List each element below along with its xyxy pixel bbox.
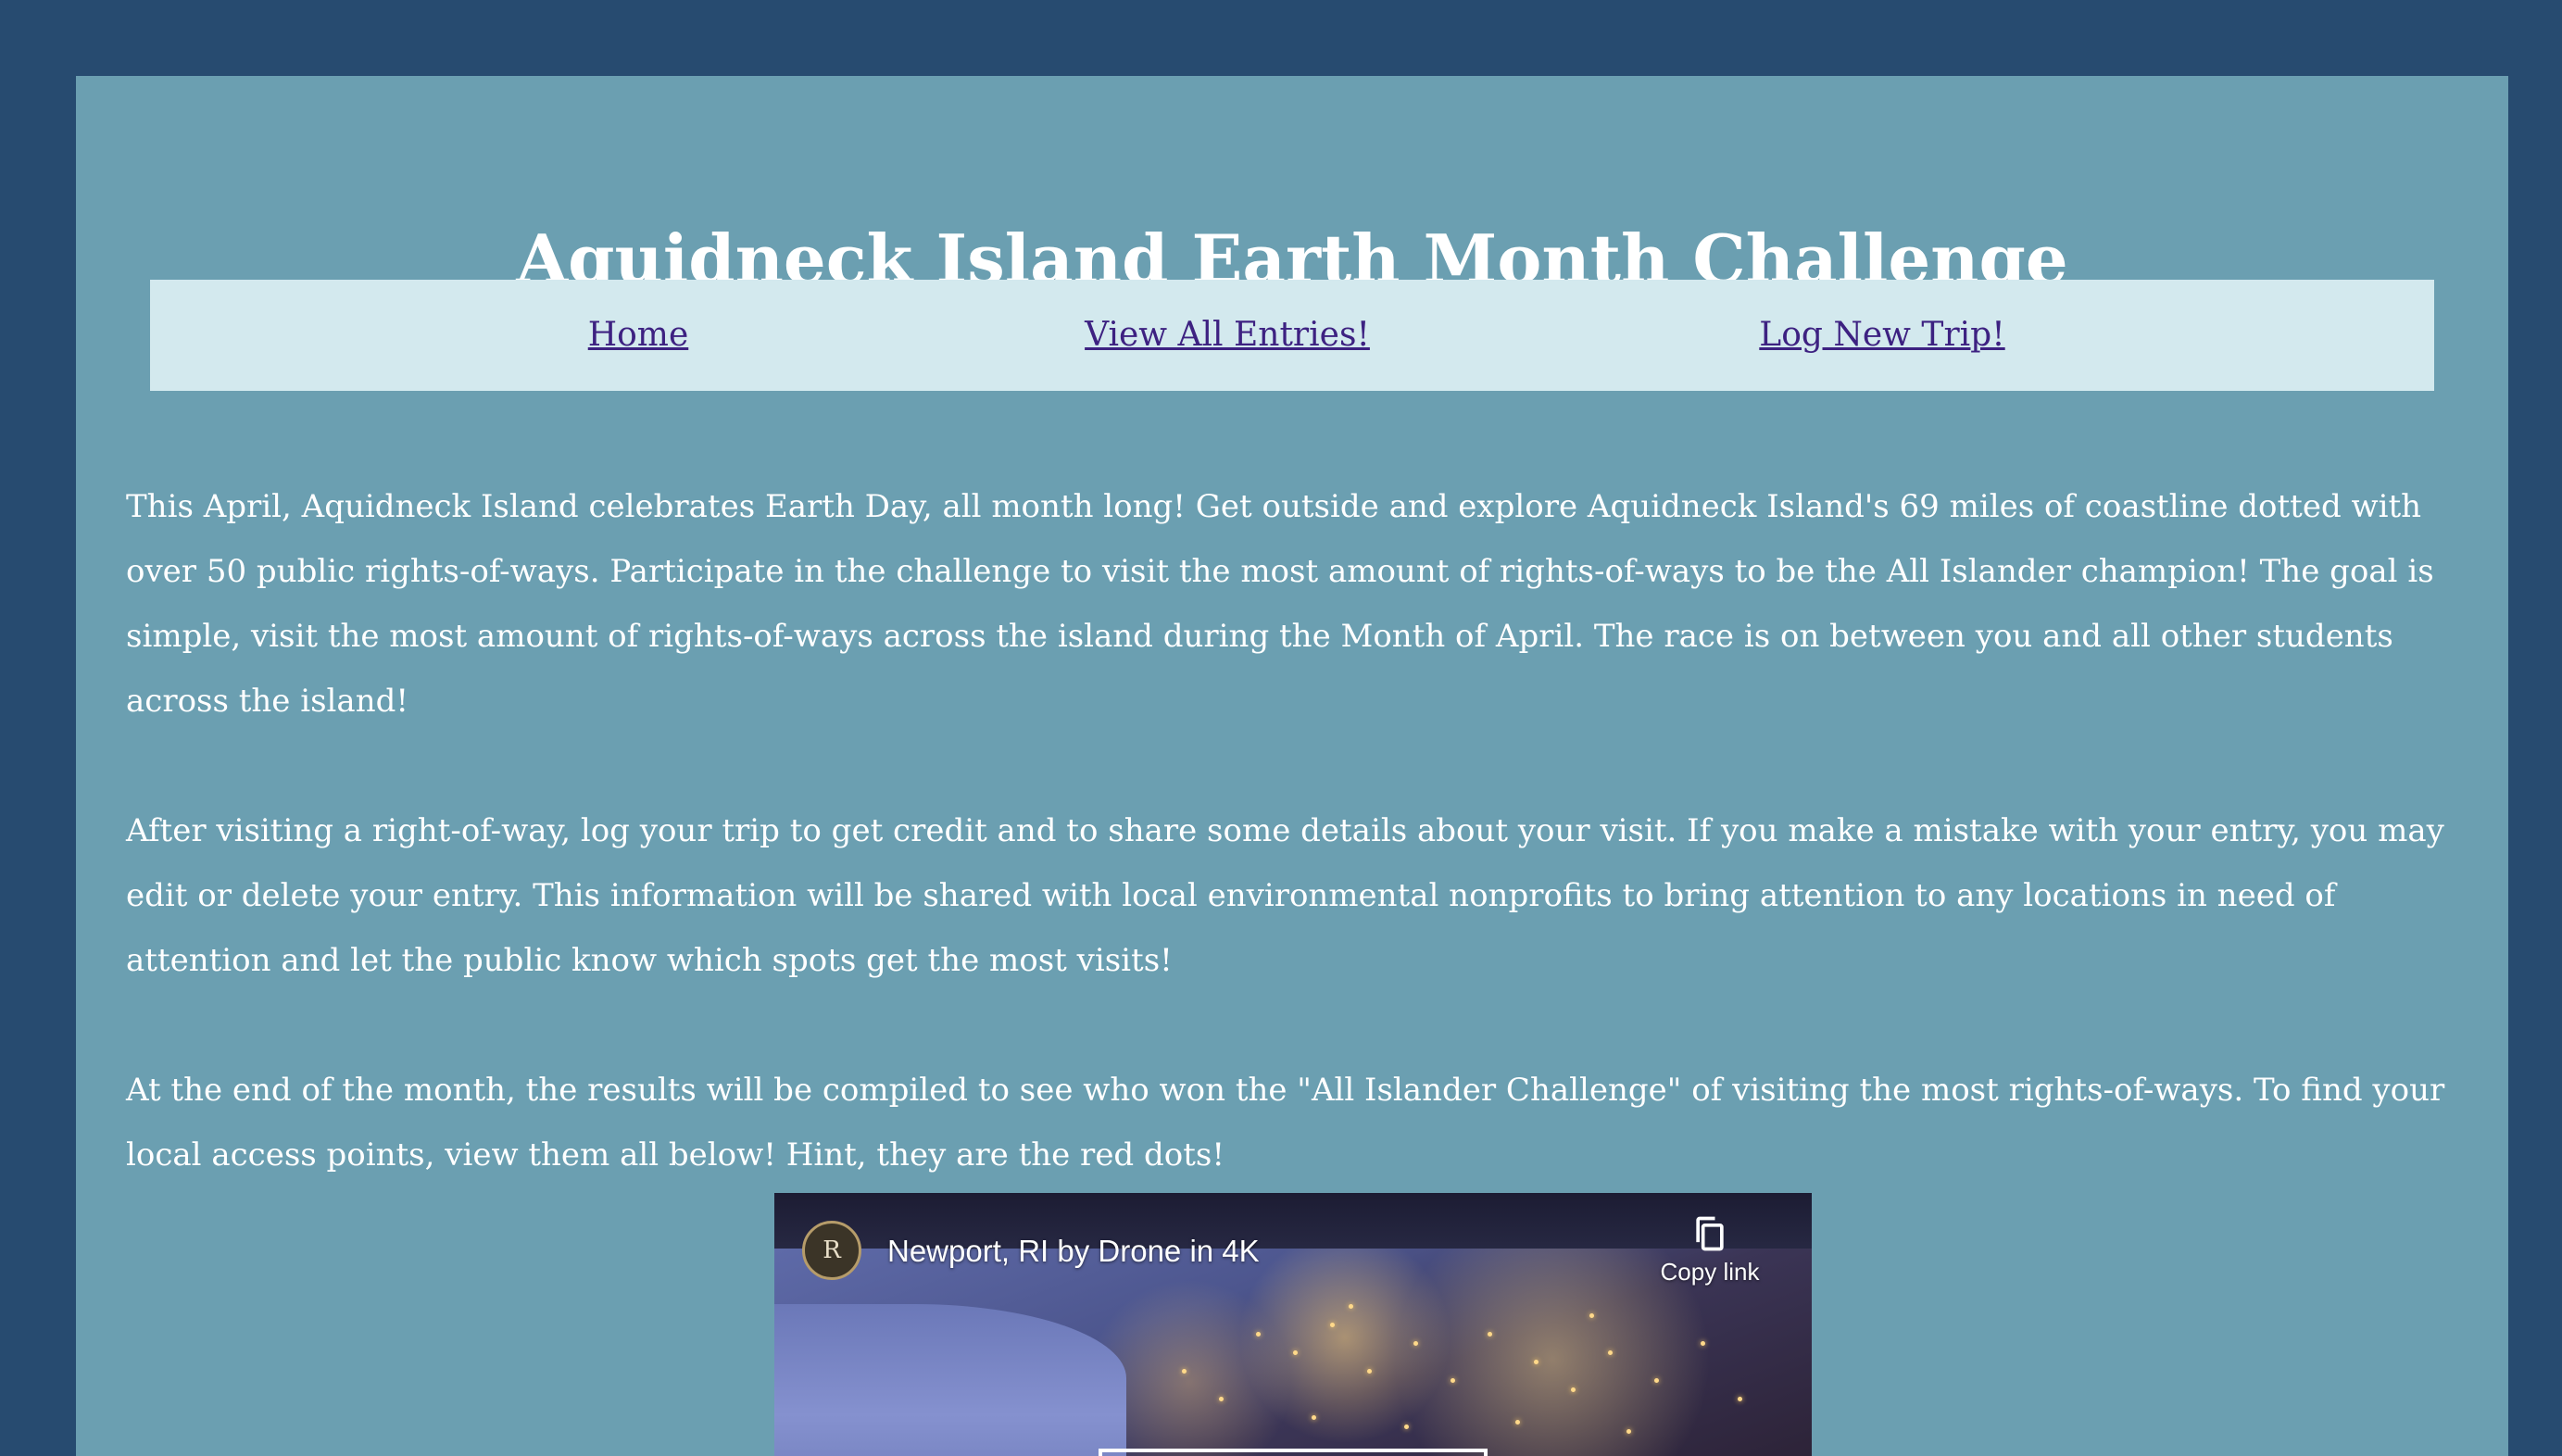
copy-icon: [1696, 1216, 1724, 1251]
intro-content: This April, Aquidneck Island celebrates …: [126, 474, 2469, 1252]
intro-paragraph-3: At the end of the month, the results wil…: [126, 1072, 2445, 1174]
nav-bar: Home View All Entries! Log New Trip!: [150, 280, 2434, 391]
video-play-button[interactable]: [1099, 1449, 1488, 1456]
copy-link-button[interactable]: Copy link: [1650, 1213, 1770, 1287]
video-embed[interactable]: R Newport, RI by Drone in 4K Copy link: [774, 1193, 1812, 1456]
video-title[interactable]: Newport, RI by Drone in 4K: [887, 1228, 1260, 1274]
intro-paragraph-2: After visiting a right-of-way, log your …: [126, 812, 2444, 979]
channel-avatar[interactable]: R: [802, 1221, 861, 1280]
copy-link-label: Copy link: [1660, 1258, 1760, 1286]
nav-link-log-new-trip[interactable]: Log New Trip!: [1759, 280, 2004, 391]
intro-paragraph-1: This April, Aquidneck Island celebrates …: [126, 488, 2434, 720]
nav-link-home[interactable]: Home: [588, 280, 689, 391]
main-card: Aquidneck Island Earth Month Challenge H…: [76, 76, 2508, 1456]
nav-link-view-all-entries[interactable]: View All Entries!: [1085, 280, 1370, 391]
